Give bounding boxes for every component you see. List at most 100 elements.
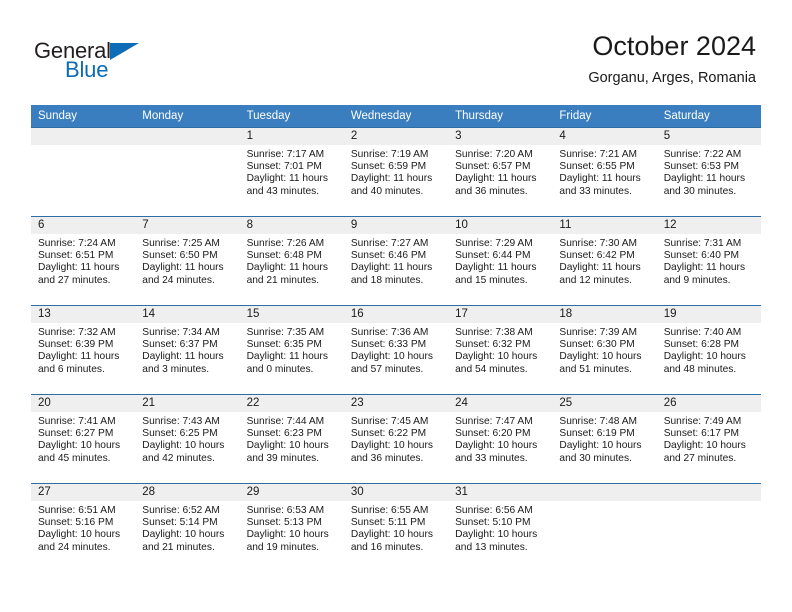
calendar-day-cell[interactable]: 19 Sunrise: 7:40 AM Sunset: 6:28 PM Dayligh… — [656, 305, 761, 394]
day-detail-line: Daylight: 10 hours — [38, 440, 121, 452]
day-detail-line: and 51 minutes. — [559, 363, 632, 375]
day-detail-line: Sunrise: 7:27 AM — [350, 238, 429, 249]
calendar-day-cell[interactable]: 17 Sunrise: 7:38 AM Sunset: 6:32 PM Dayligh… — [448, 305, 553, 394]
day-detail-line: and 33 minutes. — [559, 185, 632, 197]
day-detail: Sunrise: 7:24 AM Sunset: 6:51 PM Daylight:… — [31, 234, 135, 287]
day-detail-line: Sunrise: 7:35 AM — [246, 327, 325, 338]
calendar-day-cell[interactable]: 8 Sunrise: 7:26 AM Sunset: 6:48 PM Daylight… — [239, 216, 344, 305]
calendar-day-cell[interactable]: 27 Sunrise: 6:51 AM Sunset: 5:16 PM Dayligh… — [31, 483, 136, 572]
day-detail-line: Daylight: 11 hours — [246, 262, 328, 274]
weekday-header-saturday: Saturday — [656, 105, 761, 127]
general-blue-logo: General Blue — [34, 38, 214, 88]
day-number: 1 — [239, 128, 344, 145]
calendar-day-cell[interactable]: 5 Sunrise: 7:22 AM Sunset: 6:53 PM Daylight… — [656, 127, 761, 216]
day-detail-line: Sunset: 6:46 PM — [350, 250, 427, 262]
calendar-day-cell[interactable]: 31 Sunrise: 6:56 AM Sunset: 5:10 PM Dayligh… — [448, 483, 553, 572]
day-detail-line: Daylight: 10 hours — [663, 351, 746, 363]
day-cell-inner: 22 Sunrise: 7:44 AM Sunset: 6:23 PM Dayligh… — [239, 394, 344, 483]
calendar-day-cell[interactable]: 7 Sunrise: 7:25 AM Sunset: 6:50 PM Daylight… — [135, 216, 240, 305]
day-detail-line: Daylight: 10 hours — [246, 440, 329, 452]
calendar-day-cell[interactable]: 9 Sunrise: 7:27 AM Sunset: 6:46 PM Daylight… — [343, 216, 449, 305]
day-cell-inner: 14 Sunrise: 7:34 AM Sunset: 6:37 PM Dayligh… — [135, 305, 240, 394]
day-detail-line: and 19 minutes. — [246, 541, 320, 553]
calendar-day-cell[interactable]: 12 Sunrise: 7:31 AM Sunset: 6:40 PM Dayligh… — [656, 216, 761, 305]
calendar-day-cell[interactable]: 16 Sunrise: 7:36 AM Sunset: 6:33 PM Dayligh… — [343, 305, 449, 394]
day-detail-line: Sunrise: 7:36 AM — [350, 327, 429, 338]
day-detail-line: Sunrise: 7:29 AM — [455, 238, 533, 249]
day-detail-line: Sunrise: 7:17 AM — [246, 149, 325, 160]
day-number: 22 — [239, 395, 344, 412]
day-number: 18 — [552, 306, 657, 323]
calendar-day-cell[interactable]: 25 Sunrise: 7:48 AM Sunset: 6:19 PM Dayligh… — [552, 394, 657, 483]
day-cell-inner: 27 Sunrise: 6:51 AM Sunset: 5:16 PM Dayligh… — [31, 483, 136, 572]
calendar-day-cell[interactable]: 22 Sunrise: 7:44 AM Sunset: 6:23 PM Dayligh… — [239, 394, 344, 483]
day-number: 17 — [448, 306, 553, 323]
day-cell-inner: 8 Sunrise: 7:26 AM Sunset: 6:48 PM Daylight… — [239, 216, 344, 305]
calendar-day-cell[interactable]: 30 Sunrise: 6:55 AM Sunset: 5:11 PM Dayligh… — [343, 483, 449, 572]
day-detail-line: and 36 minutes. — [350, 452, 424, 464]
calendar-day-cell[interactable]: 3 Sunrise: 7:20 AM Sunset: 6:57 PM Daylight… — [448, 127, 553, 216]
day-cell-inner: 31 Sunrise: 6:56 AM Sunset: 5:10 PM Dayligh… — [448, 483, 553, 572]
day-detail: Sunrise: 7:17 AM Sunset: 7:01 PM Daylight:… — [240, 145, 344, 198]
day-detail-line: and 33 minutes. — [455, 452, 528, 464]
day-detail-line: Sunrise: 7:40 AM — [663, 327, 742, 338]
calendar-day-cell[interactable]: 4 Sunrise: 7:21 AM Sunset: 6:55 PM Daylight… — [552, 127, 657, 216]
day-cell-inner: 18 Sunrise: 7:39 AM Sunset: 6:30 PM Dayligh… — [552, 305, 657, 394]
day-number: 26 — [656, 395, 761, 412]
calendar-day-cell[interactable]: 13 Sunrise: 7:32 AM Sunset: 6:39 PM Dayligh… — [31, 305, 136, 394]
day-cell-inner: 11 Sunrise: 7:30 AM Sunset: 6:42 PM Dayligh… — [552, 216, 657, 305]
calendar-week-row: 27 Sunrise: 6:51 AM Sunset: 5:16 PM Dayligh… — [31, 483, 761, 572]
day-detail-line: Daylight: 11 hours — [142, 351, 224, 363]
day-detail: Sunrise: 7:32 AM Sunset: 6:39 PM Daylight:… — [31, 323, 135, 376]
calendar-day-cell[interactable]: 18 Sunrise: 7:39 AM Sunset: 6:30 PM Dayligh… — [552, 305, 657, 394]
day-detail-line: Sunrise: 7:30 AM — [559, 238, 637, 249]
calendar-day-cell[interactable]: 21 Sunrise: 7:43 AM Sunset: 6:25 PM Dayligh… — [135, 394, 240, 483]
day-detail-line: Sunrise: 7:39 AM — [559, 327, 637, 338]
calendar-day-cell[interactable]: 29 Sunrise: 6:53 AM Sunset: 5:13 PM Dayligh… — [239, 483, 344, 572]
day-detail-line: and 43 minutes. — [246, 185, 320, 197]
calendar-day-cell[interactable]: 14 Sunrise: 7:34 AM Sunset: 6:37 PM Dayligh… — [135, 305, 240, 394]
day-detail-line: Sunset: 6:17 PM — [663, 428, 740, 440]
calendar-day-cell[interactable]: 15 Sunrise: 7:35 AM Sunset: 6:35 PM Dayligh… — [239, 305, 344, 394]
day-cell-inner: 6 Sunrise: 7:24 AM Sunset: 6:51 PM Daylight… — [31, 216, 136, 305]
day-number: 15 — [239, 306, 344, 323]
day-detail-line: Sunset: 5:13 PM — [246, 517, 322, 529]
calendar-day-cell[interactable]: 10 Sunrise: 7:29 AM Sunset: 6:44 PM Dayligh… — [448, 216, 553, 305]
day-detail-line: Sunset: 6:32 PM — [455, 339, 531, 351]
day-detail: Sunrise: 7:43 AM Sunset: 6:25 PM Daylight:… — [135, 412, 239, 465]
calendar-day-cell[interactable]: 2 Sunrise: 7:19 AM Sunset: 6:59 PM Daylight… — [343, 127, 449, 216]
day-detail-line: Sunset: 6:51 PM — [38, 250, 114, 262]
day-detail: Sunrise: 7:45 AM Sunset: 6:22 PM Daylight:… — [344, 412, 448, 465]
day-detail-line: and 21 minutes. — [142, 541, 215, 553]
calendar-day-cell[interactable]: 11 Sunrise: 7:30 AM Sunset: 6:42 PM Dayligh… — [552, 216, 657, 305]
day-detail: Sunrise: 7:44 AM Sunset: 6:23 PM Daylight:… — [240, 412, 344, 465]
day-number: 20 — [31, 395, 136, 412]
day-cell-inner: 21 Sunrise: 7:43 AM Sunset: 6:25 PM Dayligh… — [135, 394, 240, 483]
calendar-day-cell[interactable]: 26 Sunrise: 7:49 AM Sunset: 6:17 PM Dayligh… — [656, 394, 761, 483]
day-detail-line: and 54 minutes. — [455, 363, 528, 375]
day-detail-line: and 3 minutes. — [142, 363, 210, 375]
day-detail-line: Daylight: 11 hours — [663, 173, 746, 185]
day-detail-line: Daylight: 11 hours — [350, 173, 433, 185]
calendar-day-cell[interactable]: 20 Sunrise: 7:41 AM Sunset: 6:27 PM Dayligh… — [31, 394, 136, 483]
day-detail-line: Daylight: 10 hours — [350, 440, 433, 452]
day-detail-line: Sunrise: 7:49 AM — [663, 416, 742, 427]
calendar-day-cell[interactable]: 6 Sunrise: 7:24 AM Sunset: 6:51 PM Daylight… — [31, 216, 136, 305]
day-detail-line: and 13 minutes. — [455, 541, 528, 553]
calendar-day-cell[interactable]: 28 Sunrise: 6:52 AM Sunset: 5:14 PM Dayligh… — [135, 483, 240, 572]
day-cell-inner: 28 Sunrise: 6:52 AM Sunset: 5:14 PM Dayligh… — [135, 483, 240, 572]
page-title: October 2024 — [592, 31, 756, 61]
calendar-day-cell[interactable]: 23 Sunrise: 7:45 AM Sunset: 6:22 PM Dayligh… — [343, 394, 449, 483]
day-number: 23 — [343, 395, 449, 412]
day-number — [31, 128, 136, 145]
day-number — [656, 484, 761, 501]
calendar-page: General Blue October 2024 Gorganu, Arges… — [0, 0, 792, 612]
day-cell-inner: 16 Sunrise: 7:36 AM Sunset: 6:33 PM Dayligh… — [343, 305, 449, 394]
day-detail-line: and 27 minutes. — [663, 452, 737, 464]
day-detail-line: and 42 minutes. — [142, 452, 215, 464]
calendar-week-row: 20 Sunrise: 7:41 AM Sunset: 6:27 PM Dayligh… — [31, 394, 761, 483]
day-detail-line: and 12 minutes. — [559, 274, 632, 286]
day-detail-line: Sunrise: 7:20 AM — [455, 149, 533, 160]
calendar-day-cell[interactable]: 24 Sunrise: 7:47 AM Sunset: 6:20 PM Dayligh… — [448, 394, 553, 483]
calendar-day-cell[interactable]: 1 Sunrise: 7:17 AM Sunset: 7:01 PM Daylight… — [239, 127, 344, 216]
